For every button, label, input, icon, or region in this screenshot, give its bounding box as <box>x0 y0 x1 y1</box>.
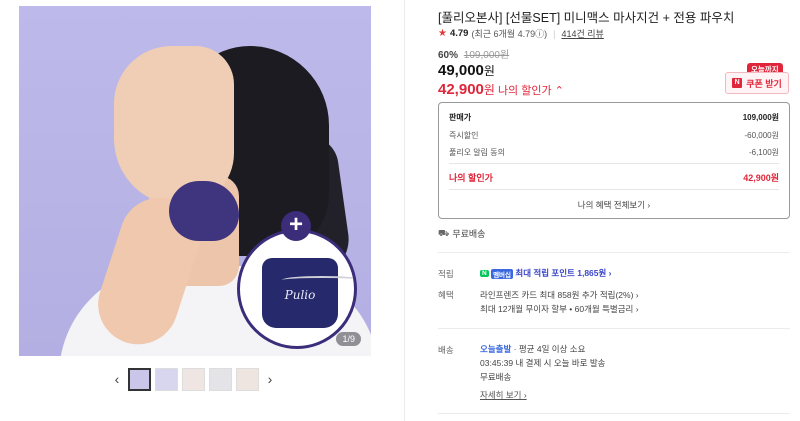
chevron-right-icon[interactable]: › <box>263 371 277 387</box>
truck-icon: ⛟ <box>438 227 450 238</box>
delivery-fee: 무료배송 <box>480 372 512 382</box>
row-label: 나의 할인가 <box>449 173 493 183</box>
row-label: 풀리오 알림 동의 <box>449 148 505 157</box>
chevron-left-icon[interactable]: ‹ <box>110 371 124 387</box>
my-price-value: 42,900 <box>438 81 484 98</box>
pouch-brand-label: Pulio <box>284 288 316 302</box>
price-row-list: 판매가 109,000원 <box>449 112 779 123</box>
benefits-label: 혜택 <box>438 290 454 300</box>
thumbnail-4[interactable] <box>209 367 232 391</box>
pouch-inset: Pulio <box>237 229 357 349</box>
row-value: -60,000원 <box>744 131 780 140</box>
points-value[interactable]: N 멤버십 최대 적립 포인트 1,865원 › <box>480 267 612 279</box>
image-counter: 1/9 <box>336 332 361 346</box>
sale-price: 49,000원 <box>438 62 495 79</box>
rating-value: 4.79 <box>449 28 469 39</box>
delivery-detail-link[interactable]: 자세히 보기 › <box>480 389 527 401</box>
my-price-label: 나의 할인가 ⌃ <box>497 85 564 97</box>
product-main-image[interactable]: Pulio + 1/9 <box>19 6 371 356</box>
price-unit: 원 <box>483 83 495 97</box>
membership-badge: 멤버십 <box>491 268 514 279</box>
price-unit: 원 <box>483 64 495 78</box>
thumbnail-5[interactable] <box>236 367 259 391</box>
divider <box>438 252 790 253</box>
divider <box>449 163 779 164</box>
coupon-label: 쿠폰 받기 <box>746 78 782 89</box>
pouch: Pulio <box>262 258 354 328</box>
shipping-text: 무료배송 <box>452 229 486 239</box>
original-price: 109,000원 <box>463 50 510 61</box>
plus-icon: + <box>281 211 311 241</box>
thumbnail-1[interactable] <box>128 367 151 391</box>
discount-percent: 60% <box>438 50 459 61</box>
divider <box>438 328 790 329</box>
sale-price-value: 49,000 <box>438 62 484 79</box>
naver-icon: N <box>732 78 743 88</box>
row-label: 판매가 <box>449 113 472 122</box>
rating-detail[interactable]: (최근 6개월 4.79ⓘ) <box>471 27 547 40</box>
coupon-button[interactable]: N 쿠폰 받기 <box>725 72 789 94</box>
delivery-type-row: 오늘출발 · 평균 4일 이상 소요 <box>480 343 585 355</box>
row-value: 42,900원 <box>743 173 779 183</box>
massage-gun <box>169 181 239 241</box>
max-points-text: 최대 적립 포인트 1,865원 › <box>515 268 612 278</box>
rating-row: ★ 4.79 (최근 6개월 4.79ⓘ) | 414건 리뷰 <box>438 27 604 40</box>
delivery-cutoff: 03:45:39 내 결제 시 오늘 바로 발송 <box>480 358 606 368</box>
row-value: 109,000원 <box>742 113 779 122</box>
points-label: 적립 <box>438 269 454 279</box>
separator: | <box>553 28 556 39</box>
price-row-final: 나의 할인가 42,900원 <box>449 171 779 184</box>
column-divider <box>404 0 405 421</box>
star-icon: ★ <box>438 28 447 39</box>
row-label: 즉시할인 <box>449 131 479 140</box>
delivery-label: 배송 <box>438 345 454 355</box>
price-row-instant: 즉시할인 -60,000원 <box>449 130 779 141</box>
price-row-alarm: 풀리오 알림 동의 -6,100원 <box>449 147 779 158</box>
thumbnail-strip: ‹ › <box>110 366 277 392</box>
pouch-string <box>282 276 354 284</box>
thumbnail-2[interactable] <box>155 367 178 391</box>
row-value: -6,100원 <box>748 148 779 157</box>
divider <box>438 413 790 414</box>
review-count-link[interactable]: 414건 리뷰 <box>561 27 603 40</box>
my-discount-price[interactable]: 42,900원 나의 할인가 ⌃ <box>438 81 564 98</box>
shipping-row: ⛟ 무료배송 <box>438 227 485 240</box>
discount-row: 60% 109,000원 <box>438 46 509 61</box>
thumbnail-3[interactable] <box>182 367 205 391</box>
installment-benefit-link[interactable]: 최대 12개월 무이자 할부 • 60개월 특별금리 › <box>480 303 639 315</box>
divider <box>449 189 779 190</box>
naver-pay-icon: N <box>480 270 489 278</box>
price-breakdown-box: 판매가 109,000원 즉시할인 -60,000원 풀리오 알림 동의 -6,… <box>438 102 790 219</box>
today-dispatch: 오늘출발 <box>480 344 512 354</box>
view-all-benefits-link[interactable]: 나의 혜택 전체보기 › <box>439 199 789 211</box>
product-title: [풀리오본사] [선물SET] 미니맥스 마사지건 + 전용 파우치 <box>438 11 735 25</box>
delivery-average: · 평균 4일 이상 소요 <box>513 344 586 354</box>
card-benefit-link[interactable]: 라인프렌즈 카드 최대 858원 추가 적립(2%) › <box>480 289 639 301</box>
